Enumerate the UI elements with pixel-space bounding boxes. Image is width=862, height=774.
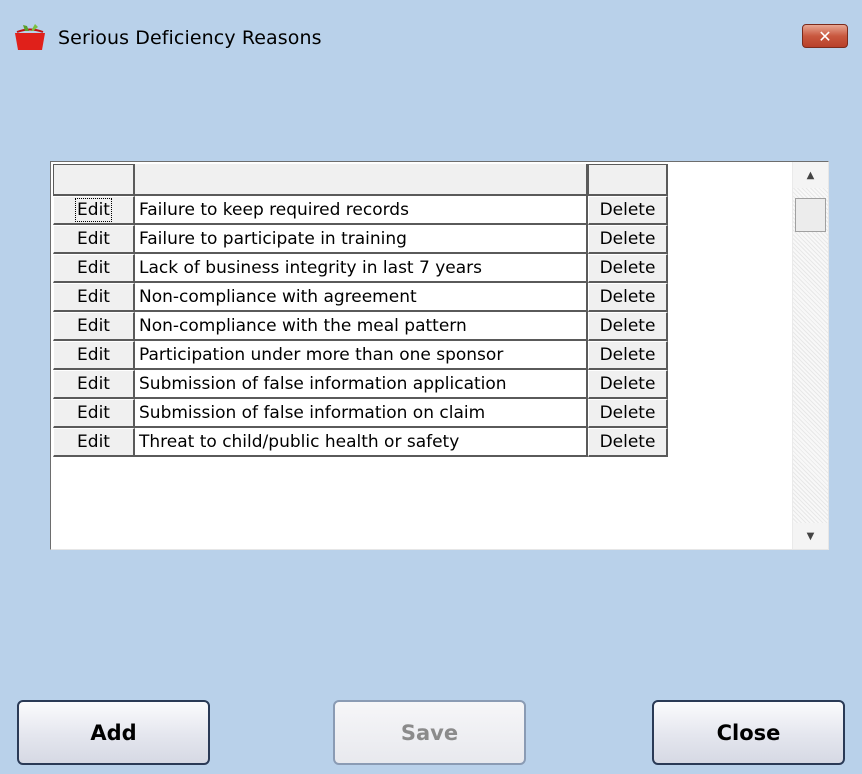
reason-cell[interactable]: Non-compliance with the meal pattern: [135, 312, 588, 341]
grid-body: Edit Failure to keep required records Dele…: [53, 164, 668, 457]
delete-button[interactable]: Delete: [588, 196, 668, 225]
scroll-up-arrow-icon[interactable]: ▲: [793, 162, 828, 188]
window-title: Serious Deficiency Reasons: [58, 27, 322, 49]
reason-cell[interactable]: Participation under more than one sponso…: [135, 341, 588, 370]
reason-cell[interactable]: Threat to child/public health or safety: [135, 428, 588, 457]
table-row: Edit Participation under more than one sp…: [53, 341, 668, 370]
edit-button[interactable]: Edit: [53, 370, 135, 399]
delete-button[interactable]: Delete: [588, 341, 668, 370]
edit-button[interactable]: Edit: [53, 196, 135, 225]
close-window-button[interactable]: ✕: [802, 24, 848, 48]
scrollbar-thumb[interactable]: [795, 198, 826, 232]
edit-button[interactable]: Edit: [53, 283, 135, 312]
grid-header-row: [53, 164, 668, 196]
reason-cell[interactable]: Failure to participate in training: [135, 225, 588, 254]
edit-button[interactable]: Edit: [53, 225, 135, 254]
edit-button[interactable]: Edit: [53, 312, 135, 341]
reason-cell[interactable]: Submission of false information applicat…: [135, 370, 588, 399]
edit-button-label: Edit: [77, 374, 110, 394]
table-row: Edit Submission of false information appl…: [53, 370, 668, 399]
edit-button[interactable]: Edit: [53, 428, 135, 457]
add-button[interactable]: Add: [17, 700, 210, 765]
edit-button-label: Edit: [77, 287, 110, 307]
table-row: Edit Failure to keep required records Dele…: [53, 196, 668, 225]
scroll-down-arrow-icon[interactable]: ▼: [793, 523, 828, 549]
reason-cell[interactable]: Non-compliance with agreement: [135, 283, 588, 312]
edit-button[interactable]: Edit: [53, 254, 135, 283]
edit-button[interactable]: Edit: [53, 399, 135, 428]
table-row: Edit Failure to participate in training De…: [53, 225, 668, 254]
edit-button-label: Edit: [77, 345, 110, 365]
delete-button[interactable]: Delete: [588, 370, 668, 399]
apple-icon: [15, 24, 45, 50]
delete-button[interactable]: Delete: [588, 399, 668, 428]
table-row: Edit Submission of false information on c…: [53, 399, 668, 428]
delete-button[interactable]: Delete: [588, 312, 668, 341]
header-reason-column: [135, 164, 588, 196]
delete-button[interactable]: Delete: [588, 225, 668, 254]
delete-button[interactable]: Delete: [588, 283, 668, 312]
edit-button-label: Edit: [75, 198, 112, 222]
edit-button[interactable]: Edit: [53, 341, 135, 370]
table-row: Edit Non-compliance with the meal pattern…: [53, 312, 668, 341]
header-delete-column: [588, 164, 668, 196]
vertical-scrollbar[interactable]: ▲ ▼: [792, 162, 828, 549]
table-row: Edit Lack of business integrity in last 7…: [53, 254, 668, 283]
reason-cell[interactable]: Failure to keep required records: [135, 196, 588, 225]
table-row: Edit Threat to child/public health or saf…: [53, 428, 668, 457]
edit-button-label: Edit: [77, 316, 110, 336]
table-row: Edit Non-compliance with agreement Delete: [53, 283, 668, 312]
delete-button[interactable]: Delete: [588, 428, 668, 457]
reason-cell[interactable]: Lack of business integrity in last 7 yea…: [135, 254, 588, 283]
edit-button-label: Edit: [77, 403, 110, 423]
header-edit-column: [53, 164, 135, 196]
edit-button-label: Edit: [77, 229, 110, 249]
save-button[interactable]: Save: [333, 700, 526, 765]
reasons-grid: Edit Failure to keep required records Dele…: [50, 161, 829, 550]
reason-cell[interactable]: Submission of false information on claim: [135, 399, 588, 428]
title-bar: Serious Deficiency Reasons ✕: [0, 0, 862, 80]
close-button[interactable]: Close: [652, 700, 845, 765]
delete-button[interactable]: Delete: [588, 254, 668, 283]
edit-button-label: Edit: [77, 432, 110, 452]
edit-button-label: Edit: [77, 258, 110, 278]
